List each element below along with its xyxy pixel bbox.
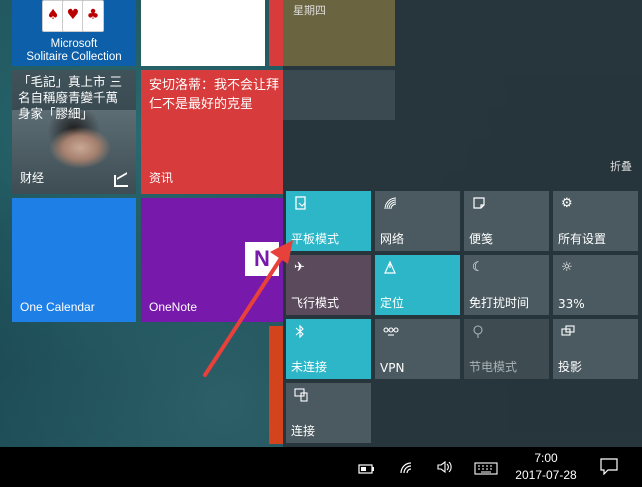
tile-solitaire-title: Microsoft Solitaire Collection bbox=[26, 38, 122, 63]
notification-band bbox=[283, 70, 395, 120]
quick-action-label: 定位 bbox=[380, 296, 405, 310]
quick-action-quiet-hours[interactable]: ☾ 免打扰时间 bbox=[464, 255, 549, 315]
chart-icon bbox=[114, 175, 128, 187]
connect-icon bbox=[294, 388, 310, 404]
quick-action-label: 网络 bbox=[380, 232, 405, 246]
bluetooth-icon bbox=[294, 324, 310, 340]
weekday-label: 星期四 bbox=[293, 4, 326, 17]
tablet-mode-icon bbox=[294, 196, 310, 212]
taskbar: 7:00 2017-07-28 bbox=[0, 447, 642, 487]
wifi-icon[interactable] bbox=[398, 459, 414, 479]
taskbar-clock[interactable]: 7:00 2017-07-28 bbox=[506, 450, 586, 484]
quick-action-tablet-mode[interactable]: 平板模式 bbox=[286, 191, 371, 251]
quick-action-label: 投影 bbox=[558, 360, 583, 374]
tile-one-calendar[interactable]: One Calendar bbox=[12, 198, 136, 322]
tile-label-info: 资讯 bbox=[149, 171, 174, 185]
info-headline: 安切洛蒂：我不会让拜仁不是最好的克星 bbox=[149, 78, 280, 112]
clock-date: 2017-07-28 bbox=[515, 468, 577, 482]
quick-action-network[interactable]: 网络 bbox=[375, 191, 460, 251]
quick-action-label: 33% bbox=[558, 297, 585, 311]
battery-saver-icon bbox=[472, 324, 488, 340]
quick-action-label: 所有设置 bbox=[558, 232, 607, 246]
vpn-icon bbox=[383, 324, 399, 340]
keyboard-icon[interactable] bbox=[474, 460, 498, 480]
brightness-icon: ☼ bbox=[561, 260, 573, 275]
tile-label-onenote: OneNote bbox=[149, 300, 198, 314]
action-center-icon[interactable] bbox=[600, 458, 618, 478]
tile-partial-red[interactable] bbox=[269, 0, 283, 66]
quick-action-label: 便笺 bbox=[469, 232, 494, 246]
tile-onenote[interactable]: N OneNote bbox=[141, 198, 283, 322]
project-icon bbox=[561, 324, 577, 340]
airplane-icon: ✈ bbox=[294, 260, 305, 275]
tile-finance-news[interactable]: 「毛記」真上市 三名自稱廢青變千萬身家「膠細」 财经 bbox=[12, 70, 136, 194]
quick-action-label: 节电模式 bbox=[469, 360, 518, 374]
clock-time: 7:00 bbox=[534, 451, 558, 465]
moon-icon: ☾ bbox=[472, 260, 484, 275]
tile-partial-orange[interactable] bbox=[269, 326, 283, 444]
tile-solitaire[interactable]: ♠ ♥ ♣ Microsoft Solitaire Collection bbox=[12, 0, 136, 66]
quick-action-airplane-mode[interactable]: ✈ 飞行模式 bbox=[286, 255, 371, 315]
quick-action-connect[interactable]: 连接 bbox=[286, 383, 371, 443]
tile-blank[interactable] bbox=[141, 0, 265, 66]
quick-action-battery-saver[interactable]: 节电模式 bbox=[464, 319, 549, 379]
tile-info-news[interactable]: 安切洛蒂：我不会让拜仁不是最好的克星 资讯 bbox=[141, 70, 283, 194]
quick-action-label: 平板模式 bbox=[291, 232, 340, 246]
news-headline: 「毛記」真上市 三名自稱廢青變千萬身家「膠細」 bbox=[18, 74, 122, 121]
quick-action-all-settings[interactable]: ⚙ 所有设置 bbox=[553, 191, 638, 251]
quick-action-label: 免打扰时间 bbox=[469, 296, 530, 310]
battery-icon[interactable] bbox=[358, 460, 376, 480]
tile-label-calendar: One Calendar bbox=[20, 300, 95, 314]
volume-icon[interactable] bbox=[436, 459, 454, 479]
onenote-logo-icon: N bbox=[245, 242, 279, 276]
quick-action-brightness[interactable]: ☼ 33% bbox=[553, 255, 638, 315]
quick-action-vpn[interactable]: VPN bbox=[375, 319, 460, 379]
note-icon bbox=[472, 196, 488, 212]
quick-action-label: 连接 bbox=[291, 424, 316, 438]
quick-action-bluetooth[interactable]: 未连接 bbox=[286, 319, 371, 379]
quick-action-note[interactable]: 便笺 bbox=[464, 191, 549, 251]
collapse-button[interactable]: 折叠 bbox=[610, 158, 632, 174]
location-icon bbox=[383, 260, 399, 276]
quick-action-label: 未连接 bbox=[291, 360, 328, 374]
action-center: 星期四 折叠 平板模式 网络 便笺 ⚙ 所有设置 ✈ 飞行模式 定位 ☾ 免打扰… bbox=[283, 0, 642, 447]
cards-icon: ♠ ♥ ♣ bbox=[42, 0, 106, 32]
network-icon bbox=[383, 196, 399, 212]
quick-action-label: 飞行模式 bbox=[291, 296, 340, 310]
gear-icon: ⚙ bbox=[561, 196, 573, 211]
quick-action-label: VPN bbox=[380, 361, 405, 375]
notification-date-band: 星期四 bbox=[283, 0, 395, 66]
quick-action-project[interactable]: 投影 bbox=[553, 319, 638, 379]
quick-action-location[interactable]: 定位 bbox=[375, 255, 460, 315]
tile-label-finance: 财经 bbox=[20, 171, 45, 185]
